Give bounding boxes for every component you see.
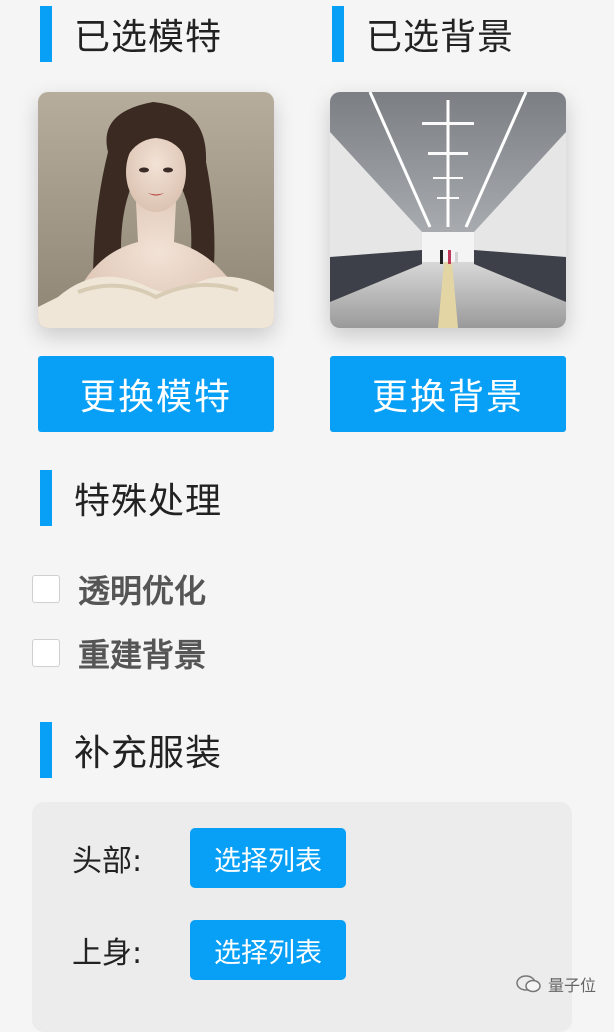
change-model-button[interactable]: 更换模特 [38,356,274,432]
head-label: 头部: [72,844,143,879]
clothing-row-head: 头部: 选择列表 [72,828,346,888]
transparent-optimize-checkbox[interactable] [32,575,60,603]
rebuild-background-label: 重建背景 [78,636,207,674]
rebuild-background-checkbox[interactable] [32,639,60,667]
transparent-optimize-label: 透明优化 [78,572,207,610]
upper-body-select-list-button[interactable]: 选择列表 [190,920,346,980]
title-accent-bar [40,6,52,62]
upper-body-label: 上身: [72,936,143,971]
background-section-label: 已选背景 [366,17,515,58]
section-title-clothing: 补充服装 [40,722,222,778]
model-section-label: 已选模特 [74,17,223,58]
clothing-section-label: 补充服装 [74,733,223,774]
title-accent-bar [40,722,52,778]
wechat-icon [516,975,541,993]
clothing-row-upper-body: 上身: 选择列表 [72,920,346,980]
model-portrait-illustration [38,92,274,328]
section-title-model: 已选模特 [40,6,222,62]
selected-model-image[interactable] [38,92,274,328]
head-select-list-button[interactable]: 选择列表 [190,828,346,888]
rebuild-background-option[interactable]: 重建背景 [32,630,206,676]
selected-background-image[interactable] [330,92,566,328]
title-accent-bar [332,6,344,62]
watermark: 量子位 [516,972,596,996]
title-accent-bar [40,470,52,526]
section-title-special: 特殊处理 [40,470,222,526]
section-title-background: 已选背景 [332,6,514,62]
special-section-label: 特殊处理 [74,481,223,522]
clothing-panel: 头部: 选择列表 上身: 选择列表 [32,802,572,1032]
runway-hall-illustration [330,92,566,328]
transparent-optimize-option[interactable]: 透明优化 [32,566,206,612]
watermark-text: 量子位 [547,976,596,995]
change-background-button[interactable]: 更换背景 [330,356,566,432]
